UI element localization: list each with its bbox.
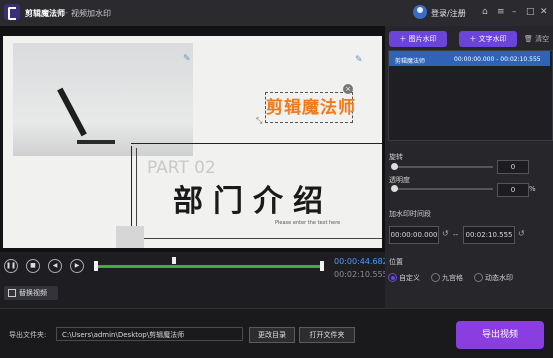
opacity-input[interactable]: 0 (497, 183, 529, 197)
divider-horizontal (131, 143, 382, 144)
pause-icon[interactable]: ❚❚ (4, 259, 18, 273)
position-label: 位置 (389, 258, 403, 266)
slide-part-label: PART 02 (147, 158, 216, 178)
add-image-watermark-button[interactable]: ＋ 图片水印 (389, 31, 447, 47)
timeline-start-handle[interactable] (94, 261, 98, 271)
reset-start-icon[interactable]: ↺ (442, 229, 449, 238)
opacity-unit: % (529, 185, 536, 193)
time-dash: -- (453, 231, 459, 239)
title-separator: - (65, 8, 68, 17)
change-directory-button[interactable]: 更改目录 (249, 327, 295, 343)
watermark-row-range: 00:00:00.000 - 00:02:10.555 (454, 56, 541, 63)
menu-icon[interactable]: ≡ (497, 6, 505, 18)
add-image-label: 图片水印 (408, 35, 437, 43)
video-canvas: PART 02 部门介绍 Please enter the text here … (3, 36, 382, 248)
time-end-input[interactable]: 00:02:10.555 (463, 226, 515, 244)
slide-subtext: Please enter the text here (275, 220, 341, 226)
step-forward-icon[interactable]: ▶ (70, 259, 84, 273)
export-video-button[interactable]: 导出视频 (456, 321, 544, 349)
position-grid-label: 九宫格 (442, 274, 463, 282)
time-start-input[interactable]: 00:00:00.000 (389, 226, 439, 244)
add-text-watermark-button[interactable]: ＋ 文字水印 (459, 31, 517, 47)
position-custom-radio[interactable] (388, 273, 397, 282)
position-grid-radio[interactable] (431, 273, 440, 282)
replace-icon (8, 289, 16, 297)
watermark-close-icon[interactable]: × (343, 84, 353, 94)
edit-pen-icon: ✎ (183, 54, 191, 64)
close-icon[interactable]: ✕ (540, 6, 548, 18)
maximize-icon[interactable]: □ (526, 6, 535, 18)
clear-button[interactable]: 🗑 清空 (524, 34, 549, 44)
position-dynamic-label: 动态水印 (485, 274, 513, 282)
opacity-label: 透明度 (389, 176, 410, 184)
timeline-fill (96, 265, 322, 268)
avatar-icon[interactable] (413, 5, 427, 19)
resize-handle-icon[interactable]: ⤡ (256, 116, 262, 126)
app-logo-icon (4, 4, 20, 20)
timeline-end-handle[interactable] (320, 261, 324, 271)
output-path-field[interactable]: C:\Users\admin\Desktop\剪辑魔法师 (56, 327, 243, 341)
decorative-block (116, 226, 144, 248)
current-time: 00:00:44.682 (334, 257, 388, 266)
rotation-label: 旋转 (389, 153, 403, 161)
slide-heading: 部门介绍 (173, 184, 333, 219)
open-folder-button[interactable]: 打开文件夹 (299, 327, 355, 343)
step-back-icon[interactable]: ◀ (48, 259, 62, 273)
app-name: 剪辑魔法师 (25, 9, 65, 18)
rotation-slider[interactable] (393, 166, 493, 168)
position-dynamic-radio[interactable] (474, 273, 483, 282)
playhead-marker[interactable] (172, 257, 176, 264)
opacity-slider[interactable] (393, 188, 493, 190)
add-text-label: 文字水印 (478, 35, 507, 43)
rotation-slider-knob[interactable] (391, 163, 398, 170)
stop-icon[interactable]: ■ (26, 259, 40, 273)
reset-end-icon[interactable]: ↺ (518, 229, 525, 238)
rotation-input[interactable]: 0 (497, 160, 529, 174)
page-title: 视频加水印 (71, 9, 111, 18)
output-folder-label: 导出文件夹: (9, 331, 47, 339)
position-custom-label: 自定义 (399, 274, 420, 282)
time-range-label: 加水印时间段 (389, 210, 431, 218)
opacity-slider-knob[interactable] (391, 185, 398, 192)
clear-label: 清空 (535, 35, 550, 43)
watermark-row-name: 剪辑魔法师 (395, 58, 426, 65)
login-link[interactable]: 登录/注册 (431, 8, 466, 19)
home-icon[interactable]: ⌂ (482, 6, 488, 18)
laptop-base-shape (77, 140, 115, 144)
total-time: 00:02:10.555 (334, 270, 388, 279)
edit-pen-icon: ✎ (355, 55, 363, 65)
watermark-text[interactable]: 剪辑魔法师 (266, 93, 356, 118)
minimize-icon[interactable]: – (512, 6, 517, 18)
